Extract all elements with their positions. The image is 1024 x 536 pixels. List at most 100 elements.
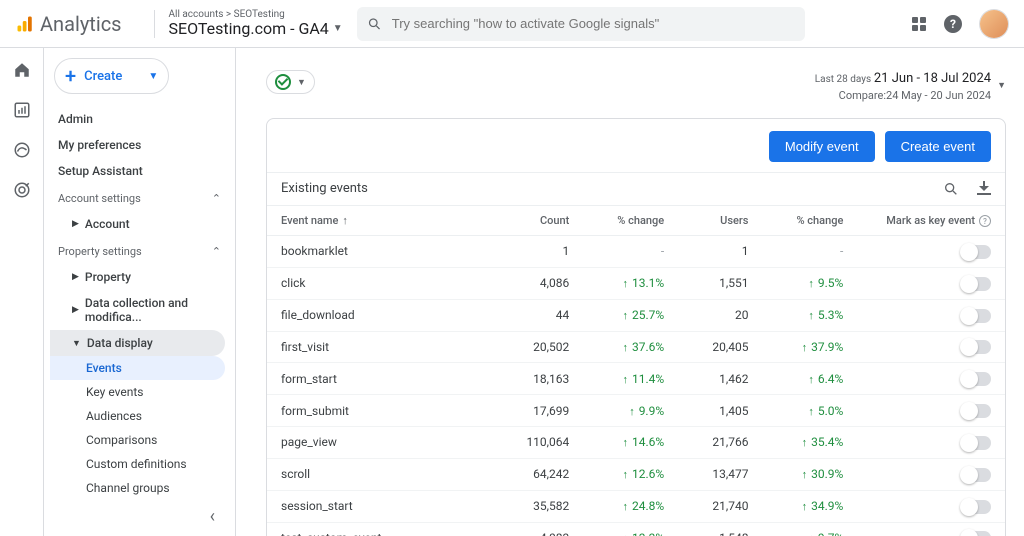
events-panel: Modify event Create event Existing event…: [266, 118, 1006, 536]
product-name: Analytics: [40, 12, 122, 36]
chevron-up-icon: ⌃: [212, 245, 221, 258]
section-property-settings[interactable]: Property settings ⌃: [50, 237, 229, 264]
cell-key-toggle: [857, 363, 1005, 395]
key-event-toggle[interactable]: [961, 436, 991, 450]
cell-event-name[interactable]: form_submit: [267, 395, 499, 427]
cell-event-name[interactable]: page_view: [267, 427, 499, 459]
cell-event-name[interactable]: scroll: [267, 458, 499, 490]
col-change-users[interactable]: % change: [762, 205, 857, 236]
property-name-text: SEOTesting.com - GA4: [169, 20, 329, 38]
status-chip[interactable]: ▼: [266, 70, 315, 94]
table-row[interactable]: form_start18,163↑11.4%1,462↑6.4%: [267, 363, 1005, 395]
explore-icon[interactable]: [12, 140, 32, 160]
table-row[interactable]: session_start35,582↑24.8%21,740↑34.9%: [267, 490, 1005, 522]
panel-actions: Modify event Create event: [267, 119, 1005, 172]
nav-my-preferences[interactable]: My preferences: [50, 132, 229, 158]
advertising-icon[interactable]: [12, 180, 32, 200]
col-event-name[interactable]: Event name↑: [267, 205, 499, 236]
nav-data-display-label: Data display: [87, 336, 153, 350]
date-range-picker[interactable]: Last 28 days 21 Jun - 18 Jul 2024 Compar…: [815, 70, 1006, 104]
product-logo[interactable]: Analytics: [16, 12, 122, 36]
col-change-count[interactable]: % change: [583, 205, 678, 236]
modify-event-button[interactable]: Modify event: [769, 131, 875, 162]
cell-key-toggle: [857, 267, 1005, 299]
table-row[interactable]: file_download44↑25.7%20↑5.3%: [267, 299, 1005, 331]
cell-change-users: ↑5.3%: [762, 299, 857, 331]
page-header: ▼ Last 28 days 21 Jun - 18 Jul 2024 Comp…: [266, 62, 1006, 112]
date-label: Last 28 days: [815, 74, 871, 85]
nav-data-display[interactable]: ▼ Data display: [50, 330, 225, 356]
nav-data-collection[interactable]: ▶ Data collection and modifica...: [50, 290, 229, 330]
key-event-toggle[interactable]: [961, 404, 991, 418]
check-circle-icon: [275, 74, 291, 90]
create-event-button[interactable]: Create event: [885, 131, 991, 162]
cell-change-count: ↑13.1%: [583, 267, 678, 299]
nav-audiences[interactable]: Audiences: [50, 404, 225, 428]
table-row[interactable]: scroll64,242↑12.6%13,477↑30.9%: [267, 458, 1005, 490]
nav-key-events[interactable]: Key events: [50, 380, 225, 404]
col-users[interactable]: Users: [678, 205, 762, 236]
date-compare: Compare:24 May - 20 Jun 2024: [815, 88, 991, 103]
avatar[interactable]: [980, 10, 1008, 38]
nav-events[interactable]: Events: [50, 356, 225, 380]
search-icon[interactable]: [943, 181, 959, 197]
property-picker[interactable]: All accounts > SEOTesting SEOTesting.com…: [169, 9, 343, 39]
table-row[interactable]: bookmarklet1-1-: [267, 236, 1005, 268]
apps-grid-icon[interactable]: [912, 17, 926, 31]
create-button[interactable]: + Create ▼: [54, 58, 169, 94]
col-count[interactable]: Count: [499, 205, 583, 236]
cell-count: 110,064: [499, 427, 583, 459]
table-row[interactable]: click4,086↑13.1%1,551↑9.5%: [267, 267, 1005, 299]
cell-event-name[interactable]: click: [267, 267, 499, 299]
col-mark-key-event[interactable]: Mark as key event?: [857, 205, 1005, 236]
cell-event-name[interactable]: session_start: [267, 490, 499, 522]
nav-admin[interactable]: Admin: [50, 106, 229, 132]
key-event-toggle[interactable]: [961, 468, 991, 482]
cell-count: 4,086: [499, 267, 583, 299]
table-row[interactable]: form_submit17,699↑9.9%1,405↑5.0%: [267, 395, 1005, 427]
table-row[interactable]: first_visit20,502↑37.6%20,405↑37.9%: [267, 331, 1005, 363]
key-event-toggle[interactable]: [961, 340, 991, 354]
cell-event-name[interactable]: test_custom_event: [267, 522, 499, 536]
download-icon[interactable]: [977, 181, 991, 195]
chevron-up-icon: ⌃: [212, 192, 221, 205]
nav-channel-groups[interactable]: Channel groups: [50, 476, 225, 500]
cell-users: 21,766: [678, 427, 762, 459]
cell-count: 20,502: [499, 331, 583, 363]
nav-account[interactable]: ▶ Account: [50, 211, 229, 237]
help-icon[interactable]: ?: [944, 15, 962, 33]
caret-right-icon: ▶: [72, 305, 79, 315]
chevron-down-icon: ▼: [148, 71, 158, 82]
cell-change-users: ↑9.5%: [762, 267, 857, 299]
cell-event-name[interactable]: bookmarklet: [267, 236, 499, 268]
key-event-toggle[interactable]: [961, 277, 991, 291]
table-row[interactable]: page_view110,064↑14.6%21,766↑35.4%: [267, 427, 1005, 459]
search-bar[interactable]: [357, 7, 805, 41]
search-input[interactable]: [392, 16, 795, 31]
key-event-toggle[interactable]: [961, 245, 991, 259]
home-icon[interactable]: [12, 60, 32, 80]
caret-right-icon: ▶: [72, 219, 79, 229]
nav-comparisons[interactable]: Comparisons: [50, 428, 225, 452]
section-account-settings[interactable]: Account settings ⌃: [50, 184, 229, 211]
key-event-toggle[interactable]: [961, 500, 991, 514]
cell-event-name[interactable]: file_download: [267, 299, 499, 331]
panel-subheader: Existing events: [267, 172, 1005, 205]
nav-custom-definitions[interactable]: Custom definitions: [50, 452, 225, 476]
nav-setup-assistant[interactable]: Setup Assistant: [50, 158, 229, 184]
table-row[interactable]: test_custom_event4,083↑13.3%1,548↑9.7%: [267, 522, 1005, 536]
cell-key-toggle: [857, 522, 1005, 536]
admin-sidebar: + Create ▼ Admin My preferences Setup As…: [44, 48, 236, 536]
cell-change-count: ↑25.7%: [583, 299, 678, 331]
key-event-toggle[interactable]: [961, 372, 991, 386]
cell-event-name[interactable]: form_start: [267, 363, 499, 395]
cell-change-users: ↑34.9%: [762, 490, 857, 522]
sidebar-collapse-icon[interactable]: ‹: [50, 500, 229, 527]
cell-event-name[interactable]: first_visit: [267, 331, 499, 363]
nav-property[interactable]: ▶ Property: [50, 264, 229, 290]
divider: [154, 10, 155, 38]
reports-icon[interactable]: [12, 100, 32, 120]
key-event-toggle[interactable]: [961, 309, 991, 323]
key-event-toggle[interactable]: [961, 531, 991, 536]
cell-change-users: ↑6.4%: [762, 363, 857, 395]
